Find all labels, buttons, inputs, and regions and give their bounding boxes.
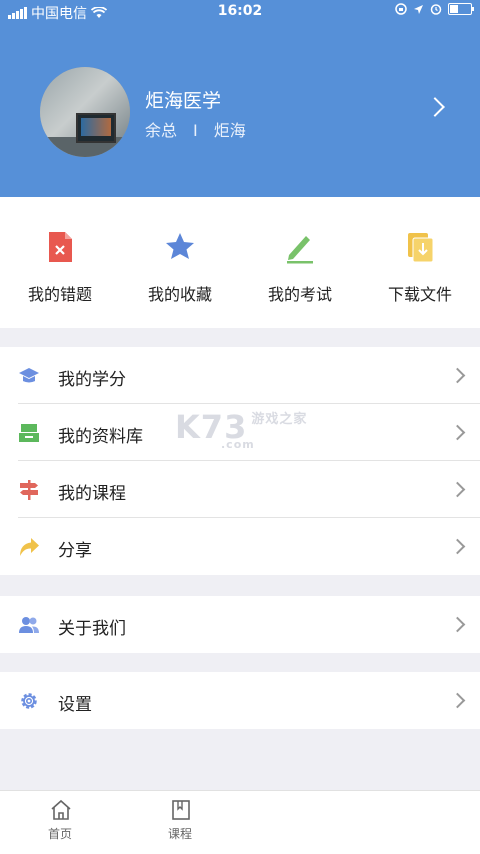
chevron-right-icon[interactable]: [425, 97, 445, 117]
signpost-icon: [20, 480, 38, 500]
home-icon: [51, 799, 71, 820]
menu-group-about: 关于我们: [0, 596, 480, 653]
menu-item-label: 分享: [58, 541, 92, 561]
chevron-right-icon: [449, 616, 466, 633]
profile-card[interactable]: 炬海医学 余总 I 炬海: [40, 67, 460, 157]
chevron-right-icon: [449, 367, 466, 384]
quick-action-downloads[interactable]: 下载文件: [360, 197, 480, 328]
rotation-lock-icon: [395, 3, 407, 15]
quick-actions: 我的错题 我的收藏 我的考试 下载文件: [0, 197, 480, 328]
tab-courses[interactable]: 课程: [120, 791, 240, 854]
menu-item-credits[interactable]: 我的学分: [0, 347, 480, 404]
profile-org: 炬海: [213, 121, 246, 140]
book-icon: [172, 800, 190, 820]
pen-icon: [287, 236, 313, 264]
avatar[interactable]: [40, 67, 130, 157]
quick-action-label: 我的考试: [267, 285, 332, 304]
archive-icon: [19, 424, 39, 442]
menu-item-label: 我的学分: [58, 370, 126, 390]
battery-icon: [448, 3, 474, 15]
quick-action-label: 我的收藏: [147, 285, 212, 304]
wrong-questions-icon: [49, 232, 72, 262]
share-arrow-icon: [20, 538, 39, 556]
menu-item-label: 关于我们: [58, 619, 126, 639]
chevron-right-icon: [449, 538, 466, 555]
profile-header: 中国电信 16:02 炬海医学 余总 I 炬海: [0, 0, 480, 197]
menu-item-label: 我的资料库: [58, 427, 143, 447]
status-bar: 中国电信 16:02: [0, 0, 480, 24]
tab-label: 首页: [47, 827, 72, 841]
chevron-right-icon: [449, 692, 466, 709]
profile-subtitle: 余总 I 炬海: [145, 117, 246, 141]
tab-home[interactable]: 首页: [0, 791, 120, 854]
menu-item-about[interactable]: 关于我们: [0, 596, 480, 653]
menu-item-courses[interactable]: 我的课程: [0, 461, 480, 518]
alarm-icon: [430, 4, 442, 15]
quick-action-exams[interactable]: 我的考试: [240, 197, 360, 328]
chevron-right-icon: [449, 424, 466, 441]
quick-action-label: 下载文件: [387, 285, 452, 304]
menu-group-main: 我的学分 我的资料库 我的课程 分享: [0, 347, 480, 575]
quick-action-label: 我的错题: [27, 285, 92, 304]
menu-group-settings: 设置: [0, 672, 480, 729]
quick-action-wrong-questions[interactable]: 我的错题: [0, 197, 120, 328]
profile-name: 炬海医学: [145, 90, 222, 112]
gear-icon: [21, 693, 37, 709]
status-icons: [395, 3, 474, 15]
star-icon: [166, 233, 194, 259]
graduation-cap-icon: [19, 368, 39, 383]
tab-label: 课程: [167, 827, 192, 841]
profile-separator: I: [193, 121, 198, 140]
menu-item-label: 我的课程: [58, 484, 126, 504]
download-file-icon: [408, 233, 434, 263]
watermark-logo: K73 游戏之家 .com: [175, 408, 308, 451]
quick-action-favorites[interactable]: 我的收藏: [120, 197, 240, 328]
menu-item-share[interactable]: 分享: [0, 518, 480, 575]
profile-role: 余总: [145, 121, 178, 140]
menu-item-label: 设置: [58, 695, 92, 715]
users-icon: [19, 617, 39, 633]
chevron-right-icon: [449, 481, 466, 498]
menu-item-settings[interactable]: 设置: [0, 672, 480, 729]
bottom-tab-bar: 首页 课程: [0, 790, 480, 854]
location-icon: [414, 4, 423, 14]
